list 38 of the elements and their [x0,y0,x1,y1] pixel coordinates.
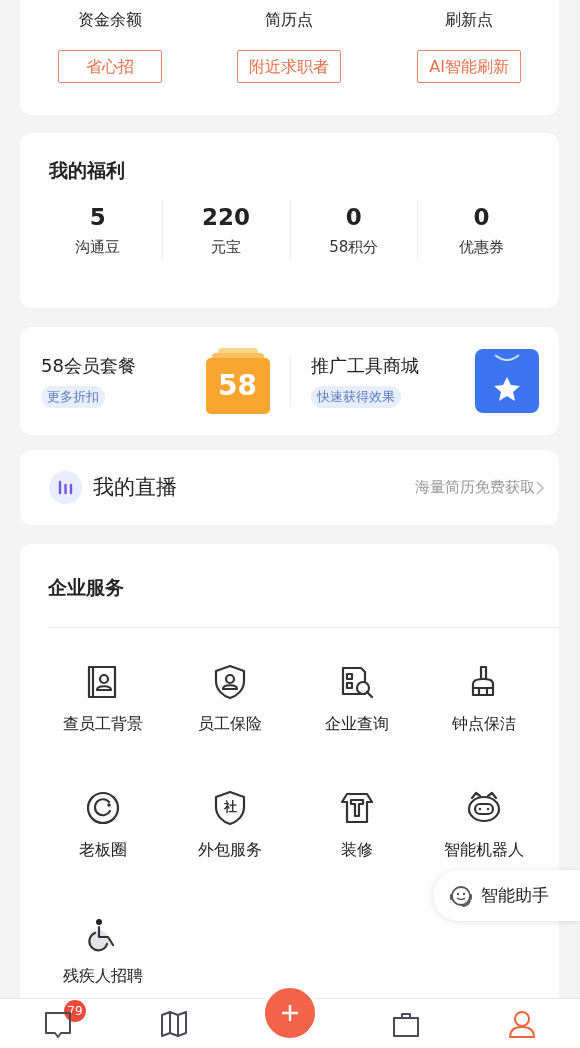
person-icon [507,1009,537,1039]
assistant-button[interactable]: 智能助手 [433,870,580,921]
welfare-value: 220 [202,203,251,231]
welfare-value: 5 [89,203,106,231]
bar-chart-icon [49,471,82,504]
welfare-label: 优惠券 [459,237,505,257]
service-item[interactable]: 智能机器人 [420,790,547,861]
stat-label: 简历点 [265,9,314,31]
plus-icon [281,1004,299,1022]
promo-title: 推广工具商城 [310,354,420,378]
section-title: 企业服务 [48,575,125,600]
service-item[interactable]: 钟点保洁 [420,664,547,735]
service-item[interactable]: 员工保险 [166,664,294,735]
service-item[interactable]: 老板圈 [40,790,167,861]
promo-tag: 更多折扣 [41,386,105,408]
stat-label: 刷新点 [445,9,494,31]
promo-title: 58会员套餐 [41,354,137,378]
service-item[interactable]: 装修 [293,790,421,861]
promo-tag: 快速获得效果 [310,386,401,408]
section-title: 我的福利 [49,158,126,183]
house-icon [338,790,375,826]
stat-label: 资金余额 [77,9,142,31]
service-item[interactable]: 查员工背景 [40,664,167,735]
section-title: 我的直播 [93,473,178,501]
service-item[interactable]: 残疾人招聘 [40,916,167,987]
map-icon [159,1009,189,1039]
service-item[interactable]: 企业查询 [293,664,421,735]
circle-icon [85,790,122,826]
welfare-value: 0 [473,203,490,231]
chevron-right-icon [535,479,545,496]
welfare-value: 0 [345,203,362,231]
count-badge: 79 [64,1000,86,1022]
welfare-label: 沟通豆 [75,237,121,257]
welfare-label: 元宝 [211,237,242,257]
tab-button[interactable] [159,1009,189,1039]
welfare-label: 58积分 [329,237,379,257]
service-item[interactable]: 社 外包服务 [166,790,294,861]
shopping-bag-icon [475,349,539,413]
